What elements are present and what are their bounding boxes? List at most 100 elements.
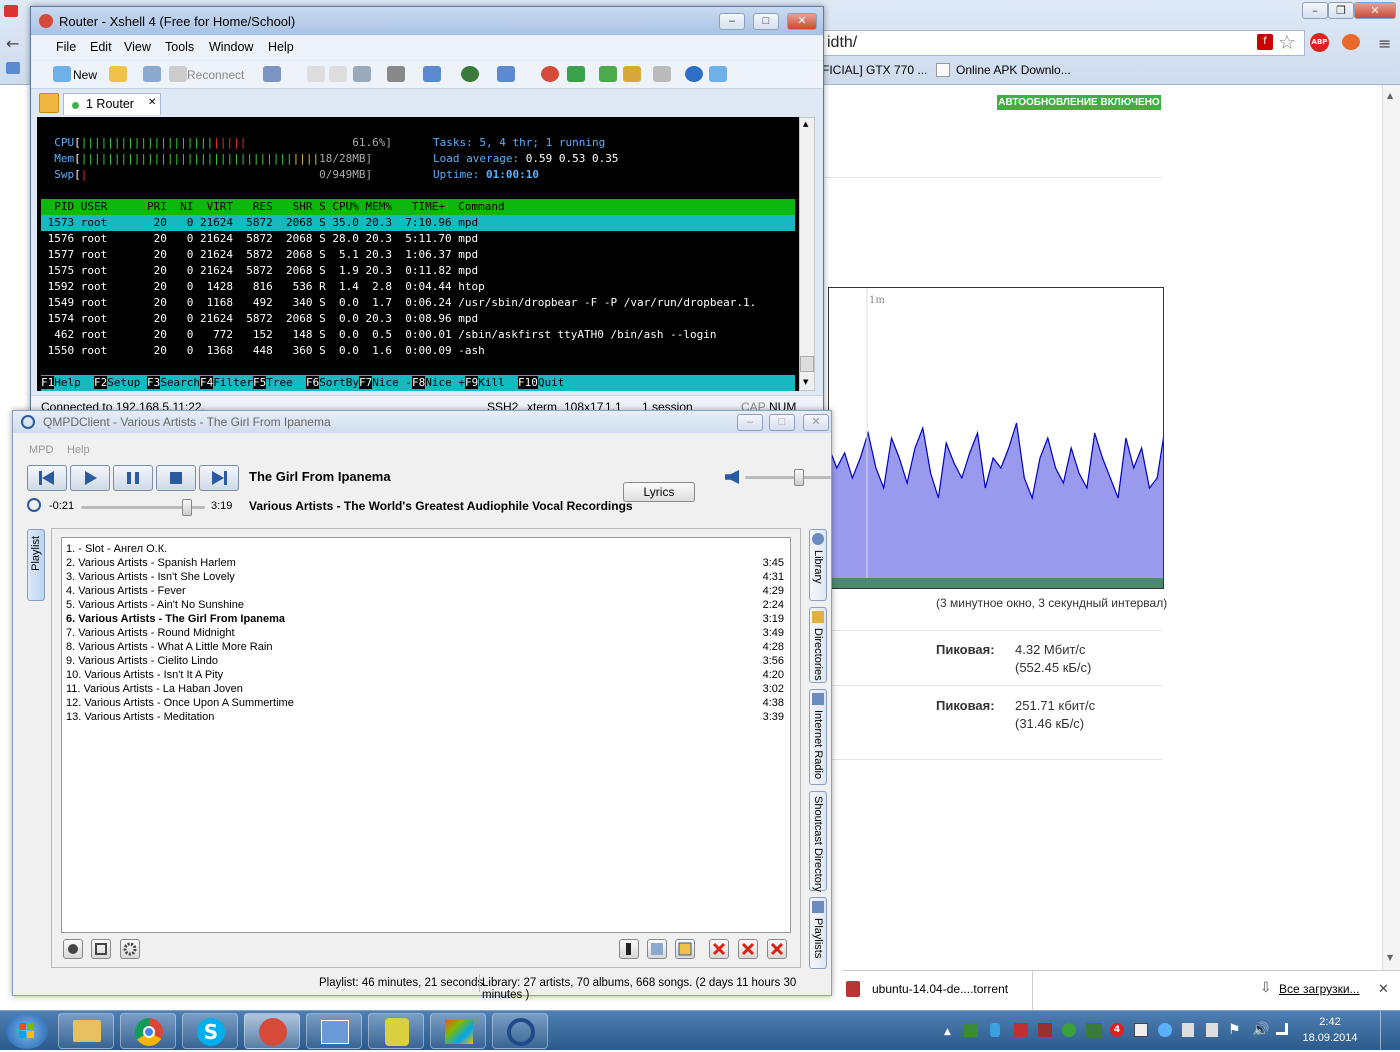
add-tab-icon[interactable] [39,93,59,113]
process-row[interactable]: 462 root 20 0 772 152 148 S 0.0 0.5 0:00… [41,327,716,343]
fkey-f6[interactable]: F6 [306,376,320,389]
fkey-f3[interactable]: F3 [147,376,161,389]
process-row[interactable]: 1592 root 20 0 1428 816 536 R 1.4 2.8 0:… [41,279,485,295]
playlist-item[interactable]: 2. Various Artists - Spanish Harlem 3:45 [66,556,788,570]
playlist-view[interactable]: 1. - Slot - Ангел О.К. 2. Various Artists… [61,537,791,933]
tunnel-icon[interactable] [567,66,585,82]
terminal-scrollbar[interactable]: ▲ ▼ [799,117,815,391]
extension-icon[interactable] [1342,34,1360,50]
volume-handle[interactable] [794,469,805,486]
download-item[interactable]: ubuntu-14.04-de....torrent [872,982,1008,996]
fkey-f1[interactable]: F1 [41,376,55,389]
volume-icon[interactable]: 🔊 [1252,1022,1269,1038]
close-tab-icon[interactable]: ✕ [148,97,156,108]
playlist-item[interactable]: 8. Various Artists - What A Little More … [66,640,788,654]
find-icon[interactable] [353,66,371,82]
action-center-flag-icon[interactable]: ⚑ [1228,1022,1241,1038]
fkey-f2[interactable]: F2 [94,376,108,389]
edit-button[interactable] [675,939,695,959]
seek-slider[interactable] [81,499,205,516]
fkey-f4[interactable]: F4 [200,376,214,389]
playlist-item[interactable]: 3. Various Artists - Isn't She Lovely 4:3… [66,570,788,584]
show-desktop-button[interactable] [1380,1011,1400,1051]
fkey-f8[interactable]: F8 [412,376,426,389]
tab-directories[interactable]: Directories [809,607,827,683]
menu-view[interactable]: View [124,40,151,54]
process-row-selected[interactable]: 1573 root 20 0 21624 5872 2068 S 35.0 20… [41,215,795,231]
address-bar[interactable]: idth/ [820,30,1305,56]
maximize-icon[interactable]: □ [753,13,779,30]
start-button[interactable] [6,1013,48,1049]
scroll-down-icon[interactable]: ▼ [1387,953,1393,962]
playlist-item[interactable]: 5. Various Artists - Ain't No Sunshine 2:… [66,598,788,612]
playlist-item[interactable]: 4. Various Artists - Fever 4:29 [66,584,788,598]
process-row[interactable]: 1576 root 20 0 21624 5872 2068 S 28.0 20… [41,231,478,247]
scroll-up-icon[interactable]: ▲ [803,120,808,128]
restore-icon[interactable]: ❐ [1328,2,1354,19]
all-downloads-link[interactable]: Все загрузки... [1279,982,1360,996]
scroll-up-icon[interactable]: ▲ [1387,91,1393,100]
playlist-item[interactable]: 1. - Slot - Ангел О.К. [66,542,788,556]
process-row[interactable]: 1577 root 20 0 21624 5872 2068 S 5.1 20.… [41,247,478,263]
clear-playlist-button[interactable] [767,939,787,959]
playlist-item[interactable]: 7. Various Artists - Round Midnight 3:49 [66,626,788,640]
lyrics-button[interactable]: Lyrics [623,482,695,502]
autoupdate-badge[interactable]: АВТООБНОВЛЕНИЕ ВКЛЮЧЕНО [997,95,1161,110]
menu-mpd[interactable]: MPD [29,444,53,456]
fkey-f7[interactable]: F7 [359,376,373,389]
menu-edit[interactable]: Edit [90,40,112,54]
connect-icon[interactable] [143,66,161,82]
save-playlist-button[interactable] [647,939,667,959]
playlist-item-current[interactable]: 6. Various Artists - The Girl From Ipane… [66,612,788,626]
menu-help[interactable]: Help [268,40,294,54]
help-icon[interactable] [685,66,703,82]
control-panel-taskbar-button[interactable] [430,1013,486,1049]
tray-cpu-icon[interactable] [1134,1023,1148,1037]
stop-button[interactable] [156,465,196,491]
tray-network-status-icon[interactable] [1158,1023,1172,1037]
menu-window[interactable]: Window [209,40,253,54]
tab-router[interactable]: 1 Router ✕ [63,93,161,115]
chrome-taskbar-button[interactable] [120,1013,176,1049]
playlist-item[interactable]: 12. Various Artists - Once Upon A Summer… [66,696,788,710]
globe-icon[interactable] [461,66,479,82]
tray-device-icon[interactable] [1182,1023,1194,1037]
tray-meter-icon[interactable] [1014,1023,1028,1037]
fkey-f5[interactable]: F5 [253,376,267,389]
layout-icon[interactable] [599,66,617,82]
chat-icon[interactable] [709,66,727,82]
menu-file[interactable]: File [56,40,76,54]
tray-chart-icon[interactable] [964,1023,978,1037]
close-icon[interactable]: ✕ [803,414,829,431]
tray-usb-icon[interactable] [1206,1023,1218,1037]
tab-playlist[interactable]: Playlist [27,529,45,601]
print-icon[interactable] [387,66,405,82]
back-icon[interactable]: ← [6,34,19,53]
gmail-icon[interactable] [4,5,18,17]
adblock-icon[interactable]: ABP [1310,33,1329,52]
network-icon[interactable] [1276,1023,1288,1035]
lock-icon[interactable] [623,66,641,82]
process-row[interactable]: 1549 root 20 0 1168 492 340 S 0.0 1.7 0:… [41,295,757,311]
tray-notification-badge[interactable]: 4 [1110,1023,1124,1037]
utility-taskbar-button[interactable] [368,1013,424,1049]
transfer-icon[interactable] [423,66,441,82]
menu-icon[interactable]: ≡ [1378,34,1391,53]
menu-tools[interactable]: Tools [165,40,194,54]
remove-button[interactable] [709,939,729,959]
close-download-bar-icon[interactable]: ✕ [1378,981,1389,997]
keyboard-icon[interactable] [653,66,671,82]
playlist-item[interactable]: 13. Various Artists - Meditation 3:39 [66,710,788,724]
minimize-icon[interactable]: – [719,13,745,30]
skype-taskbar-button[interactable]: S [182,1013,238,1049]
page-scrollbar[interactable]: ▲ ▼ [1382,85,1400,1010]
close-icon[interactable]: ✕ [787,13,817,30]
terminal[interactable]: CPU[||||||||||||||||||||||||| 61.6%] Mem… [37,117,799,391]
settings-button[interactable] [120,939,140,959]
scroll-thumb[interactable] [800,356,814,372]
menu-help[interactable]: Help [67,444,90,456]
fkey-f9[interactable]: F9 [465,376,479,389]
app-taskbar-button[interactable] [306,1013,362,1049]
copy-icon[interactable] [307,66,325,82]
tray-torrent-icon[interactable] [1038,1023,1052,1037]
